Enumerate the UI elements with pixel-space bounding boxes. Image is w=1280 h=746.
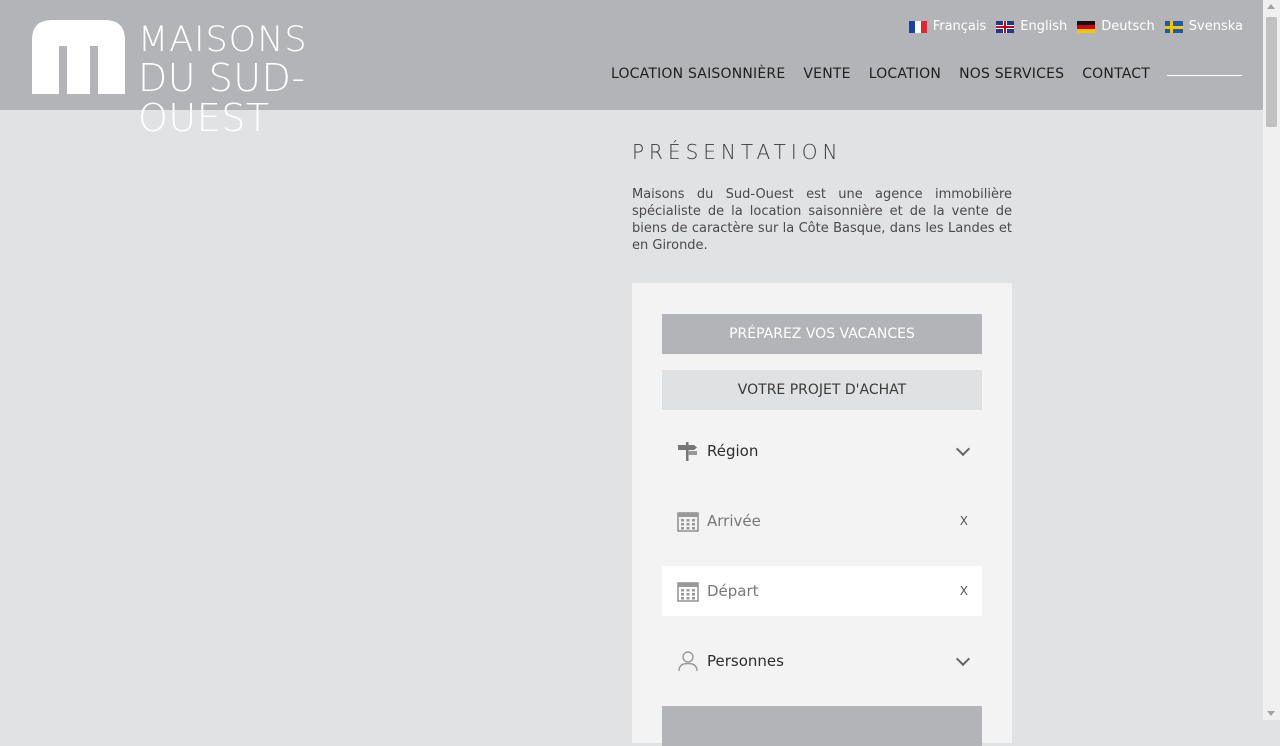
clear-depart-button[interactable]: X — [960, 584, 968, 598]
region-select[interactable]: Région — [662, 426, 982, 476]
person-icon — [678, 651, 698, 672]
page-title: PRÉSENTATION — [632, 140, 843, 164]
scroll-thumb[interactable] — [1266, 17, 1277, 127]
lang-label: English — [1020, 19, 1068, 34]
scroll-up-icon[interactable] — [1267, 4, 1275, 9]
logo-line-1: MAISONS — [138, 20, 308, 60]
lang-swedish[interactable]: Svenska — [1164, 19, 1243, 34]
presentation-section: PRÉSENTATION Maisons du Sud-Ouest est un… — [632, 140, 1012, 254]
logo-text: MAISONS DU SUD-OUEST — [138, 20, 432, 140]
logo-line-2: DU SUD-OUEST — [138, 56, 306, 140]
chevron-down-icon — [955, 441, 971, 457]
uk-flag-icon — [996, 20, 1015, 33]
chevron-down-icon — [955, 651, 971, 667]
lang-label: Svenska — [1188, 19, 1243, 34]
lang-english[interactable]: English — [996, 19, 1067, 34]
presentation-text: Maisons du Sud-Ouest est une agence immo… — [632, 187, 1012, 253]
personnes-label: Personnes — [707, 652, 784, 670]
site-logo[interactable]: MAISONS DU SUD-OUEST — [32, 20, 432, 140]
site-header: MAISONS DU SUD-OUEST Français English De… — [0, 0, 1263, 140]
lang-label: Français — [932, 19, 987, 34]
calendar-icon — [677, 512, 699, 532]
language-switcher: Français English Deutsch Svenska — [908, 19, 1243, 34]
main-nav: LOCATION SAISONNIÈRE VENTE LOCATION NOS … — [611, 66, 1150, 82]
arrivee-placeholder: Arrivée — [707, 512, 761, 530]
lang-label: Deutsch — [1101, 19, 1155, 34]
tab-achat-button[interactable]: VOTRE PROJET D'ACHAT — [662, 370, 982, 410]
germany-flag-icon — [1077, 20, 1096, 33]
signpost-icon — [678, 442, 697, 461]
arrivee-date-field[interactable]: Arrivée X — [662, 496, 982, 546]
region-label: Région — [707, 442, 759, 460]
depart-placeholder: Départ — [707, 582, 759, 600]
lang-french[interactable]: Français — [908, 19, 987, 34]
france-flag-icon — [908, 20, 927, 33]
tab-vacances-button[interactable]: PRÉPAREZ VOS VACANCES — [662, 314, 982, 354]
depart-date-field[interactable]: Départ X — [662, 566, 982, 616]
nav-location[interactable]: LOCATION — [869, 66, 941, 82]
nav-vente[interactable]: VENTE — [803, 66, 850, 82]
nav-location-saisonniere[interactable]: LOCATION SAISONNIÈRE — [611, 66, 785, 82]
search-panel: PRÉPAREZ VOS VACANCES VOTRE PROJET D'ACH… — [632, 283, 1012, 746]
sweden-flag-icon — [1164, 20, 1183, 33]
personnes-select[interactable]: Personnes — [662, 636, 982, 686]
calendar-icon — [677, 582, 699, 602]
nav-contact[interactable]: CONTACT — [1082, 66, 1150, 82]
page-scrollbar[interactable] — [1263, 0, 1280, 720]
scroll-down-icon[interactable] — [1267, 711, 1275, 716]
nav-divider — [1167, 75, 1242, 76]
logo-m-icon — [32, 20, 125, 94]
search-button[interactable] — [662, 706, 982, 746]
lang-german[interactable]: Deutsch — [1077, 19, 1155, 34]
clear-arrivee-button[interactable]: X — [960, 514, 968, 528]
nav-nos-services[interactable]: NOS SERVICES — [959, 66, 1064, 82]
